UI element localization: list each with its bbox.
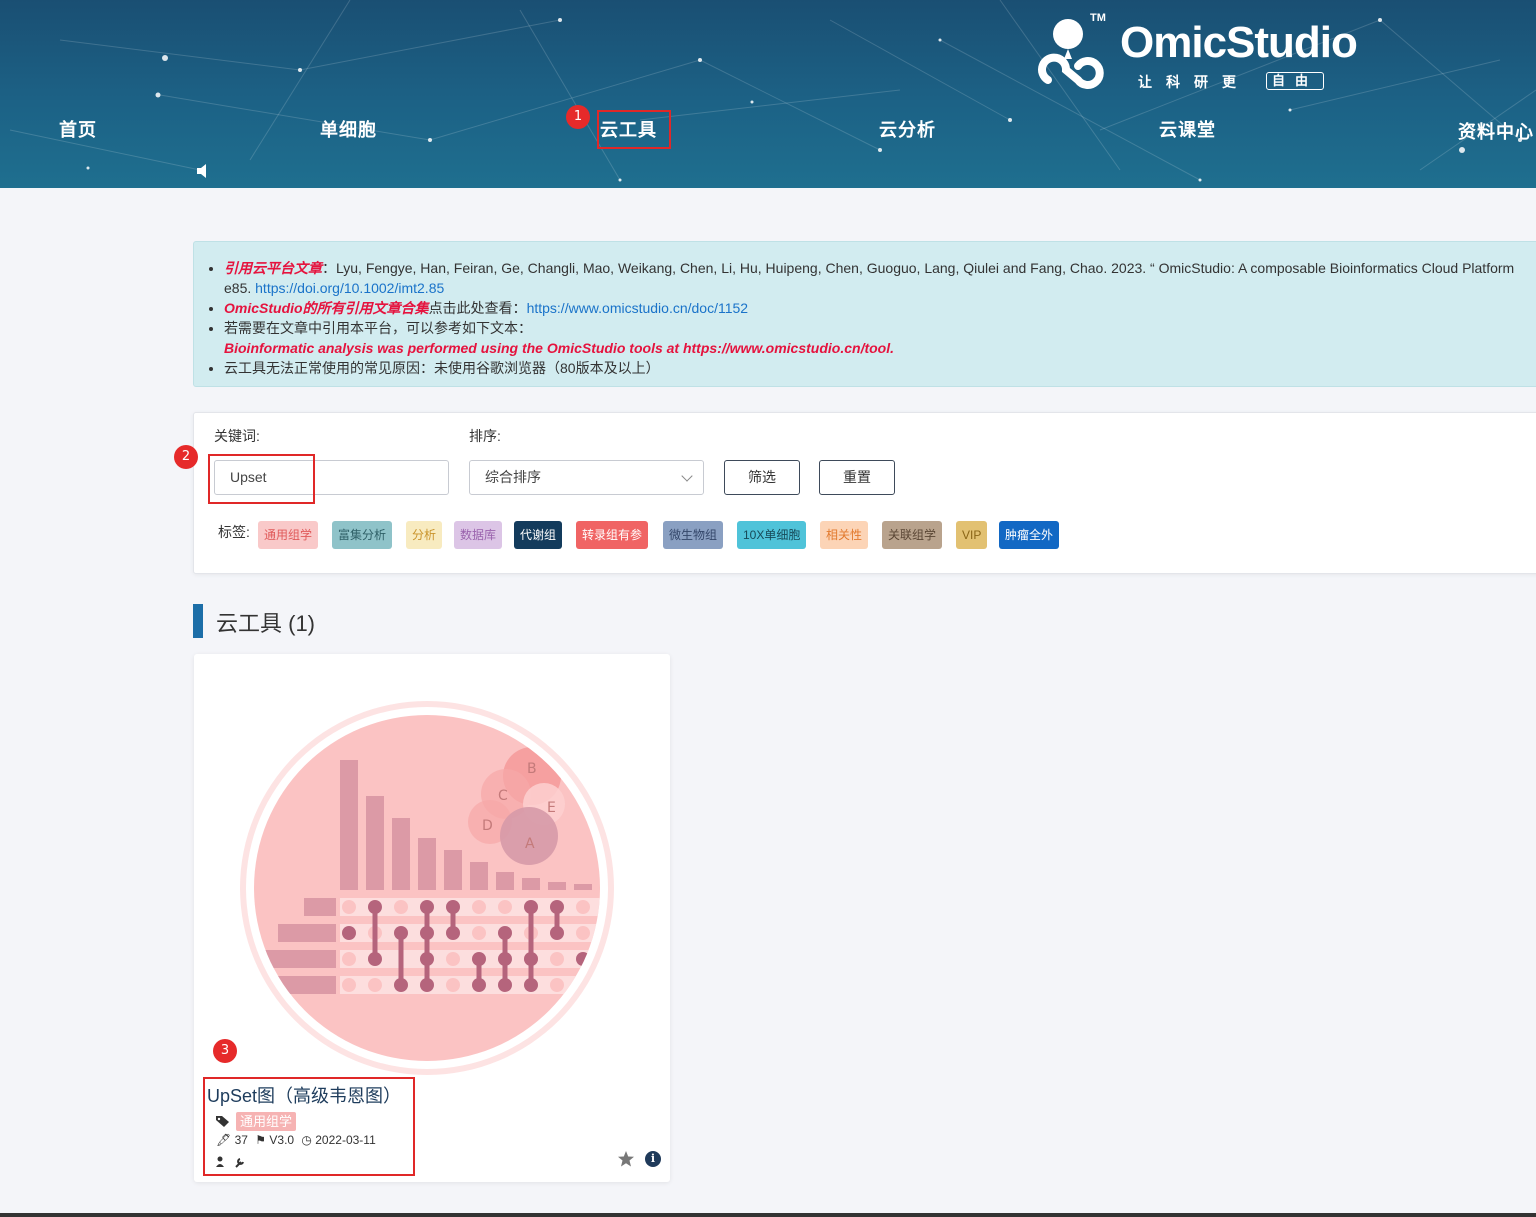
venn-label-b: B — [527, 761, 537, 777]
section-title: 云工具 (1) — [216, 611, 316, 636]
section-accent-bar — [193, 604, 203, 638]
notice-issue-item: 云工具无法正常使用的常见原因：未使用谷歌浏览器（80版本及以上） — [224, 358, 1536, 378]
chevron-down-icon — [681, 470, 693, 482]
sort-label: 排序: — [469, 428, 501, 444]
annotation-badge-1: 1 — [566, 105, 590, 129]
logo-wordmark: OmicStudio — [1120, 18, 1358, 67]
collection-text: 点击此处查看： — [428, 300, 527, 316]
reset-button[interactable]: 重置 — [819, 460, 895, 495]
notice-collection-item: OmicStudio的所有引用文章合集点击此处查看：https://www.om… — [224, 298, 1536, 318]
collection-label: OmicStudio的所有引用文章合集 — [224, 300, 429, 316]
cite-text-2: e85. — [224, 280, 256, 296]
annotation-badge-3: 3 — [213, 1039, 237, 1063]
nav-single-cell[interactable]: 单细胞 — [320, 116, 377, 142]
star-icon[interactable] — [617, 1150, 635, 1168]
sort-select-value: 综合排序 — [485, 469, 541, 485]
venn-label-c: C — [498, 788, 508, 804]
nav-cloud-classroom[interactable]: 云课堂 — [1159, 116, 1216, 142]
citation-notice: 引用云平台文章：Lyu, Fengye, Han, Feiran, Ge, Ch… — [193, 241, 1536, 387]
tag-filter-0[interactable]: 通用组学 — [258, 521, 319, 549]
tag-filter-4[interactable]: 代谢组 — [514, 521, 563, 549]
nav-home[interactable]: 首页 — [59, 116, 97, 142]
cite-continuation: e85. https://doi.org/10.1002/imt2.85 — [224, 278, 1536, 298]
tag-filter-11[interactable]: 肿瘤全外 — [999, 521, 1060, 549]
tag-filter-3[interactable]: 数据库 — [454, 521, 503, 549]
tag-filter-2[interactable]: 分析 — [406, 521, 443, 549]
cite-doi-link[interactable]: https://doi.org/10.1002/imt2.85 — [255, 280, 444, 296]
annotation-box-keyword — [208, 454, 315, 504]
tag-filter-6[interactable]: 微生物组 — [663, 521, 724, 549]
annotation-badge-2: 2 — [174, 445, 198, 469]
tag-filter-1[interactable]: 富集分析 — [332, 521, 393, 549]
venn-label-e: E — [547, 800, 556, 816]
howto-text: 若需要在文章中引用本平台，可以参考如下文本： — [224, 320, 532, 336]
tag-filter-5[interactable]: 转录组有参 — [576, 521, 649, 549]
omicstudio-logo[interactable]: TM OmicStudio 让科研更 自由 — [1028, 12, 1358, 100]
tag-filter-8[interactable]: 相关性 — [820, 521, 869, 549]
annotation-box-card — [203, 1077, 415, 1176]
site-header: 首页 单细胞 云工具 云分析 云课堂 资料中心 TM OmicStudio 让科… — [0, 0, 1536, 188]
info-icon[interactable]: i — [645, 1151, 661, 1167]
notice-howto-item: 若需要在文章中引用本平台，可以参考如下文本： — [224, 318, 1536, 338]
logo-slogan-box: 自由 — [1266, 72, 1325, 90]
logo-mark-icon — [1038, 19, 1104, 89]
tags-label: 标签: — [218, 524, 250, 540]
bottom-border — [0, 1213, 1536, 1217]
upset-thumbnail[interactable]: B C D E A — [194, 654, 670, 1079]
notice-cite-item: 引用云平台文章：Lyu, Fengye, Han, Feiran, Ge, Ch… — [224, 258, 1536, 278]
filter-panel: 关键词: 排序: Upset 综合排序 筛选 重置 标签: 通用组学 富集分析 分析… — [193, 412, 1536, 574]
keyword-label: 关键词: — [214, 428, 260, 444]
tag-filter-9[interactable]: 关联组学 — [882, 521, 943, 549]
howto-quote: Bioinformatic analysis was performed usi… — [224, 340, 894, 356]
venn-label-a: A — [525, 836, 535, 852]
logo-slogan: 让科研更 — [1138, 74, 1250, 90]
nav-resource-center[interactable]: 资料中心 — [1458, 118, 1534, 144]
collection-link[interactable]: https://www.omicstudio.cn/doc/1152 — [527, 300, 749, 316]
tag-filter-7[interactable]: 10X单细胞 — [737, 521, 807, 549]
cite-label: 引用云平台文章 — [224, 260, 322, 276]
nav-cloud-analysis[interactable]: 云分析 — [879, 116, 936, 142]
sort-select[interactable]: 综合排序 — [469, 460, 704, 495]
venn-label-d: D — [482, 818, 493, 834]
issue-text: 云工具无法正常使用的常见原因：未使用谷歌浏览器（80版本及以上） — [224, 360, 660, 376]
cite-text: ：Lyu, Fengye, Han, Feiran, Ge, Changli, … — [322, 260, 1515, 276]
annotation-box-nav — [597, 110, 671, 149]
speaker-icon[interactable] — [196, 163, 208, 179]
logo-tm: TM — [1090, 12, 1106, 24]
tag-filter-10[interactable]: VIP — [956, 521, 988, 549]
filter-button[interactable]: 筛选 — [724, 460, 800, 495]
